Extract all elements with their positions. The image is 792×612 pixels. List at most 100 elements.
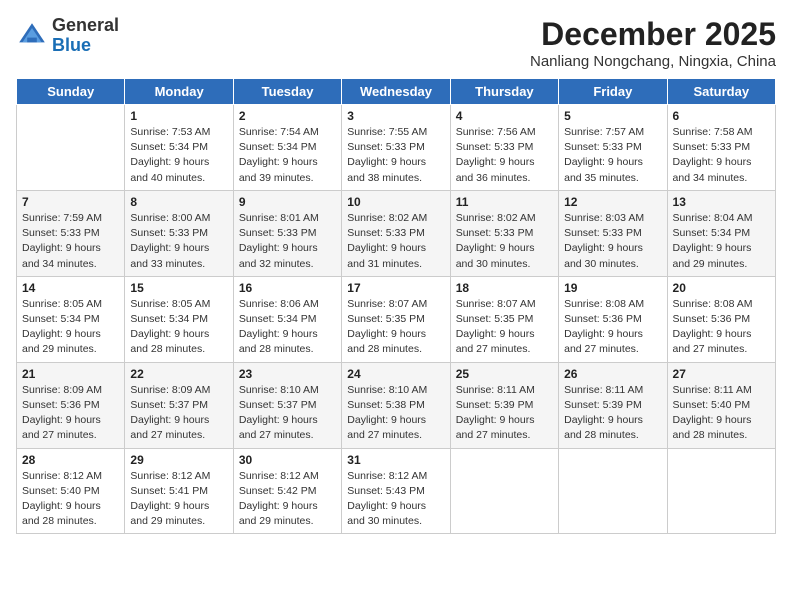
day-cell: 26 Sunrise: 8:11 AM Sunset: 5:39 PM Dayli… bbox=[559, 362, 667, 448]
weekday-header-thursday: Thursday bbox=[450, 79, 558, 105]
day-number: 16 bbox=[239, 281, 336, 295]
day-cell: 10 Sunrise: 8:02 AM Sunset: 5:33 PM Dayli… bbox=[342, 190, 450, 276]
day-number: 27 bbox=[673, 367, 770, 381]
day-info: Sunrise: 8:12 AM Sunset: 5:42 PM Dayligh… bbox=[239, 469, 336, 530]
day-info: Sunrise: 8:12 AM Sunset: 5:43 PM Dayligh… bbox=[347, 469, 444, 530]
day-number: 8 bbox=[130, 195, 227, 209]
day-cell: 6 Sunrise: 7:58 AM Sunset: 5:33 PM Daylig… bbox=[667, 105, 775, 191]
logo-icon bbox=[16, 20, 48, 52]
day-cell: 14 Sunrise: 8:05 AM Sunset: 5:34 PM Dayli… bbox=[17, 276, 125, 362]
day-info: Sunrise: 8:03 AM Sunset: 5:33 PM Dayligh… bbox=[564, 211, 661, 272]
day-cell: 18Sunrise: 8:07 AM Sunset: 5:35 PM Dayli… bbox=[450, 276, 558, 362]
day-info: Sunrise: 8:10 AM Sunset: 5:38 PM Dayligh… bbox=[347, 383, 444, 444]
day-cell: 16 Sunrise: 8:06 AM Sunset: 5:34 PM Dayli… bbox=[233, 276, 341, 362]
title-block: December 2025 Nanliang Nongchang, Ningxi… bbox=[530, 16, 776, 70]
day-info: Sunrise: 8:12 AM Sunset: 5:41 PM Dayligh… bbox=[130, 469, 227, 530]
day-cell: 29 Sunrise: 8:12 AM Sunset: 5:41 PM Dayli… bbox=[125, 448, 233, 534]
day-number: 22 bbox=[130, 367, 227, 381]
week-row-4: 21 Sunrise: 8:09 AM Sunset: 5:36 PM Dayli… bbox=[17, 362, 776, 448]
day-number: 26 bbox=[564, 367, 661, 381]
day-number: 17 bbox=[347, 281, 444, 295]
month-year: December 2025 bbox=[530, 16, 776, 53]
day-info: Sunrise: 8:04 AM Sunset: 5:34 PM Dayligh… bbox=[673, 211, 770, 272]
day-cell: 4 Sunrise: 7:56 AM Sunset: 5:33 PM Daylig… bbox=[450, 105, 558, 191]
day-cell: 23Sunrise: 8:10 AM Sunset: 5:37 PM Dayli… bbox=[233, 362, 341, 448]
day-cell: 3Sunrise: 7:55 AM Sunset: 5:33 PM Daylig… bbox=[342, 105, 450, 191]
day-cell: 2 Sunrise: 7:54 AM Sunset: 5:34 PM Daylig… bbox=[233, 105, 341, 191]
day-info: Sunrise: 8:02 AM Sunset: 5:33 PM Dayligh… bbox=[456, 211, 553, 272]
day-cell: 21 Sunrise: 8:09 AM Sunset: 5:36 PM Dayli… bbox=[17, 362, 125, 448]
weekday-header-saturday: Saturday bbox=[667, 79, 775, 105]
day-info: Sunrise: 7:58 AM Sunset: 5:33 PM Dayligh… bbox=[673, 125, 770, 186]
day-number: 1 bbox=[130, 109, 227, 123]
week-row-5: 28Sunrise: 8:12 AM Sunset: 5:40 PM Dayli… bbox=[17, 448, 776, 534]
day-cell: 8Sunrise: 8:00 AM Sunset: 5:33 PM Daylig… bbox=[125, 190, 233, 276]
day-info: Sunrise: 8:05 AM Sunset: 5:34 PM Dayligh… bbox=[130, 297, 227, 358]
day-number: 18 bbox=[456, 281, 553, 295]
day-number: 31 bbox=[347, 453, 444, 467]
day-number: 13 bbox=[673, 195, 770, 209]
week-row-2: 7 Sunrise: 7:59 AM Sunset: 5:33 PM Daylig… bbox=[17, 190, 776, 276]
day-cell: 31 Sunrise: 8:12 AM Sunset: 5:43 PM Dayli… bbox=[342, 448, 450, 534]
day-number: 5 bbox=[564, 109, 661, 123]
day-number: 4 bbox=[456, 109, 553, 123]
day-number: 15 bbox=[130, 281, 227, 295]
day-cell: 24Sunrise: 8:10 AM Sunset: 5:38 PM Dayli… bbox=[342, 362, 450, 448]
logo: General Blue bbox=[16, 16, 119, 56]
day-cell: 22 Sunrise: 8:09 AM Sunset: 5:37 PM Dayli… bbox=[125, 362, 233, 448]
day-info: Sunrise: 7:57 AM Sunset: 5:33 PM Dayligh… bbox=[564, 125, 661, 186]
weekday-header-wednesday: Wednesday bbox=[342, 79, 450, 105]
day-cell: 30 Sunrise: 8:12 AM Sunset: 5:42 PM Dayli… bbox=[233, 448, 341, 534]
weekday-header-tuesday: Tuesday bbox=[233, 79, 341, 105]
day-info: Sunrise: 8:02 AM Sunset: 5:33 PM Dayligh… bbox=[347, 211, 444, 272]
day-cell: 15 Sunrise: 8:05 AM Sunset: 5:34 PM Dayli… bbox=[125, 276, 233, 362]
day-number: 19 bbox=[564, 281, 661, 295]
location: Nanliang Nongchang, Ningxia, China bbox=[530, 53, 776, 70]
day-info: Sunrise: 8:06 AM Sunset: 5:34 PM Dayligh… bbox=[239, 297, 336, 358]
day-cell: 28Sunrise: 8:12 AM Sunset: 5:40 PM Dayli… bbox=[17, 448, 125, 534]
day-info: Sunrise: 8:09 AM Sunset: 5:36 PM Dayligh… bbox=[22, 383, 119, 444]
day-number: 7 bbox=[22, 195, 119, 209]
day-cell: 27Sunrise: 8:11 AM Sunset: 5:40 PM Dayli… bbox=[667, 362, 775, 448]
day-cell: 9 Sunrise: 8:01 AM Sunset: 5:33 PM Daylig… bbox=[233, 190, 341, 276]
day-number: 10 bbox=[347, 195, 444, 209]
day-number: 20 bbox=[673, 281, 770, 295]
day-info: Sunrise: 8:05 AM Sunset: 5:34 PM Dayligh… bbox=[22, 297, 119, 358]
weekday-header-friday: Friday bbox=[559, 79, 667, 105]
day-info: Sunrise: 8:08 AM Sunset: 5:36 PM Dayligh… bbox=[673, 297, 770, 358]
day-number: 30 bbox=[239, 453, 336, 467]
day-cell bbox=[450, 448, 558, 534]
day-info: Sunrise: 7:59 AM Sunset: 5:33 PM Dayligh… bbox=[22, 211, 119, 272]
day-info: Sunrise: 7:56 AM Sunset: 5:33 PM Dayligh… bbox=[456, 125, 553, 186]
day-number: 3 bbox=[347, 109, 444, 123]
day-info: Sunrise: 7:53 AM Sunset: 5:34 PM Dayligh… bbox=[130, 125, 227, 186]
day-cell: 17 Sunrise: 8:07 AM Sunset: 5:35 PM Dayli… bbox=[342, 276, 450, 362]
day-number: 21 bbox=[22, 367, 119, 381]
day-number: 6 bbox=[673, 109, 770, 123]
day-info: Sunrise: 7:54 AM Sunset: 5:34 PM Dayligh… bbox=[239, 125, 336, 186]
day-cell: 11 Sunrise: 8:02 AM Sunset: 5:33 PM Dayli… bbox=[450, 190, 558, 276]
day-number: 11 bbox=[456, 195, 553, 209]
day-number: 29 bbox=[130, 453, 227, 467]
day-number: 12 bbox=[564, 195, 661, 209]
day-number: 2 bbox=[239, 109, 336, 123]
day-cell bbox=[559, 448, 667, 534]
day-info: Sunrise: 8:10 AM Sunset: 5:37 PM Dayligh… bbox=[239, 383, 336, 444]
day-info: Sunrise: 8:08 AM Sunset: 5:36 PM Dayligh… bbox=[564, 297, 661, 358]
calendar: SundayMondayTuesdayWednesdayThursdayFrid… bbox=[16, 78, 776, 534]
day-cell: 13 Sunrise: 8:04 AM Sunset: 5:34 PM Dayli… bbox=[667, 190, 775, 276]
day-cell bbox=[667, 448, 775, 534]
day-cell: 7 Sunrise: 7:59 AM Sunset: 5:33 PM Daylig… bbox=[17, 190, 125, 276]
day-info: Sunrise: 8:01 AM Sunset: 5:33 PM Dayligh… bbox=[239, 211, 336, 272]
day-info: Sunrise: 8:11 AM Sunset: 5:39 PM Dayligh… bbox=[564, 383, 661, 444]
day-info: Sunrise: 8:11 AM Sunset: 5:39 PM Dayligh… bbox=[456, 383, 553, 444]
day-cell bbox=[17, 105, 125, 191]
day-info: Sunrise: 8:12 AM Sunset: 5:40 PM Dayligh… bbox=[22, 469, 119, 530]
day-number: 14 bbox=[22, 281, 119, 295]
day-cell: 1 Sunrise: 7:53 AM Sunset: 5:34 PM Daylig… bbox=[125, 105, 233, 191]
day-cell: 25Sunrise: 8:11 AM Sunset: 5:39 PM Dayli… bbox=[450, 362, 558, 448]
day-cell: 12 Sunrise: 8:03 AM Sunset: 5:33 PM Dayli… bbox=[559, 190, 667, 276]
day-number: 9 bbox=[239, 195, 336, 209]
day-info: Sunrise: 8:09 AM Sunset: 5:37 PM Dayligh… bbox=[130, 383, 227, 444]
day-info: Sunrise: 8:07 AM Sunset: 5:35 PM Dayligh… bbox=[347, 297, 444, 358]
